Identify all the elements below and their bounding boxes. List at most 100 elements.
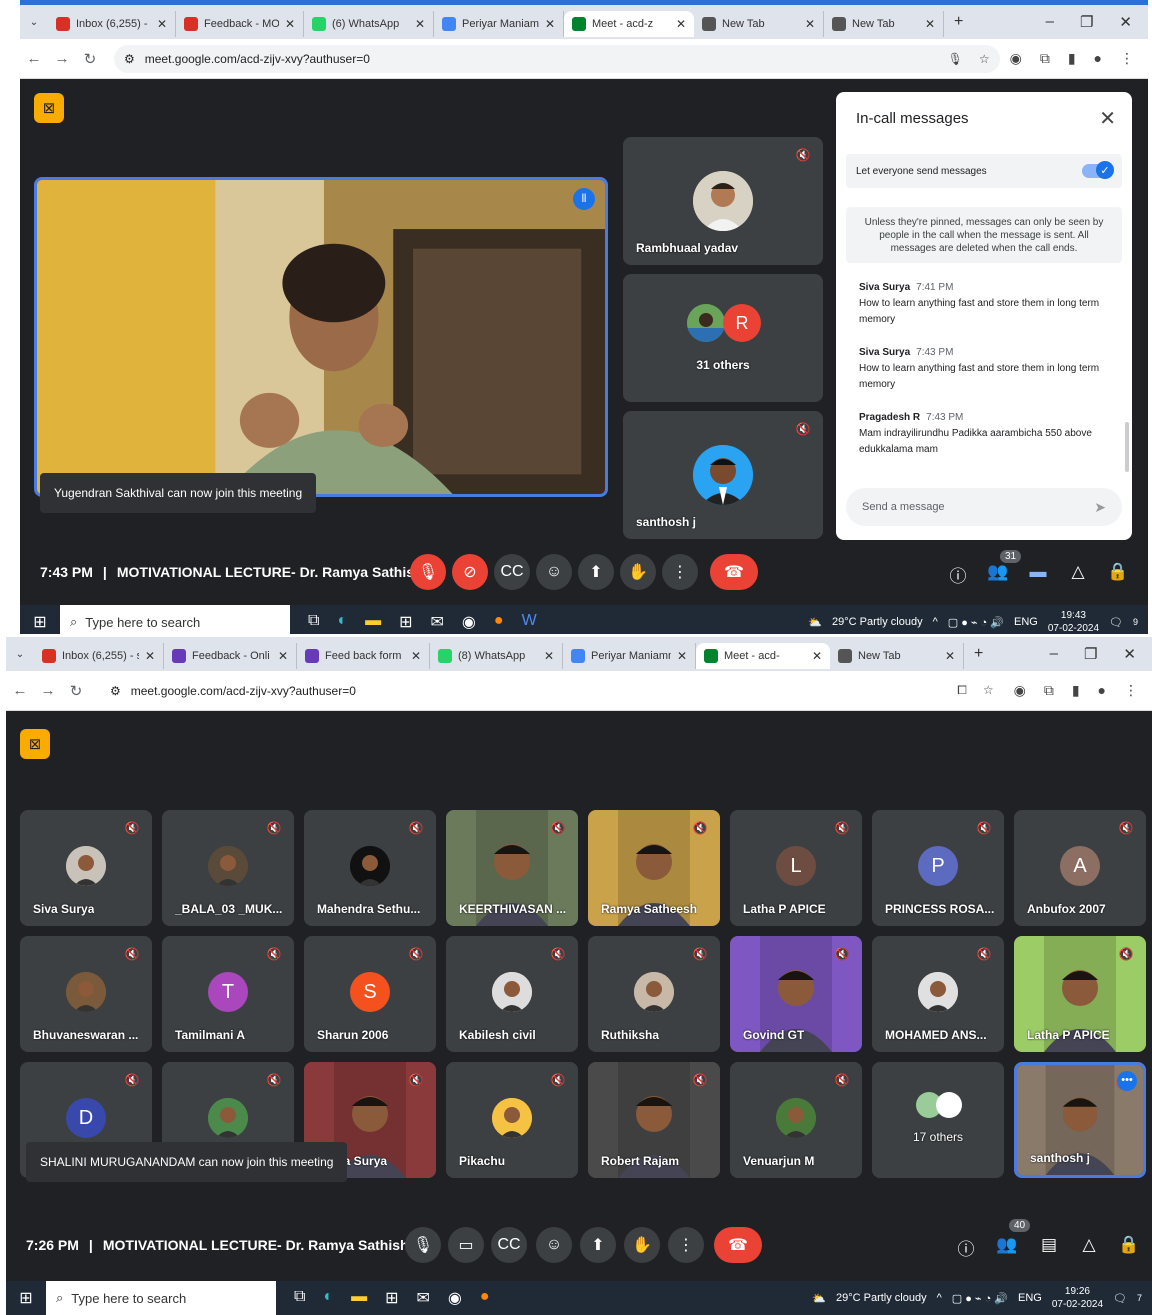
tab-close-icon[interactable]: ✕ [677, 649, 687, 663]
windows-start-icon[interactable]: ⊞ [20, 612, 60, 632]
store-icon[interactable]: ⊞ [399, 612, 412, 632]
meeting-info-icon[interactable]: ⓘ [945, 562, 971, 587]
camera-off-button[interactable]: ⊘ [452, 554, 488, 590]
send-message-input[interactable]: Send a message ➤ [846, 488, 1122, 526]
tab-4[interactable]: (8) WhatsApp ✕ [430, 643, 563, 669]
tab-1[interactable]: Inbox (6,255) - s ✕ [34, 643, 164, 669]
menu-kebab-icon[interactable]: ⋮ [1120, 50, 1134, 67]
maximize-icon[interactable]: ❐ [1084, 645, 1097, 663]
raise-hand-button[interactable]: ✋ [624, 1227, 660, 1263]
tab-close-icon[interactable]: ✕ [925, 17, 935, 31]
more-options-button[interactable]: ⋮ [662, 554, 698, 590]
participant-tile[interactable]: 🔇 Latha P APICE [1014, 936, 1146, 1052]
new-tab-button[interactable]: + [944, 13, 973, 31]
tab-7[interactable]: New Tab ✕ [830, 643, 964, 669]
taskbar-search-input[interactable]: ⌕ Type here to search [60, 605, 290, 634]
back-icon[interactable]: ← [6, 682, 34, 699]
chat-icon[interactable]: ▬ [1025, 562, 1051, 582]
participant-tile[interactable]: 🔇 Mahendra Sethu... [304, 810, 436, 926]
tab-4[interactable]: Periyar Maniamm ✕ [434, 11, 564, 37]
extension-icon[interactable]: ◉ [1014, 682, 1026, 699]
participant-tile[interactable]: 🔇 Robert Rajam [588, 1062, 720, 1178]
tab-6[interactable]: Meet - acd- ✕ [696, 643, 830, 669]
tile-more-options-icon[interactable]: ••• [1117, 1071, 1137, 1091]
tab-close-icon[interactable]: ✕ [544, 649, 554, 663]
back-icon[interactable]: ← [20, 50, 48, 67]
tab-7[interactable]: New Tab ✕ [824, 11, 944, 37]
participant-tile[interactable]: 🔇 Rambhuaal yadav [623, 137, 823, 265]
edge-icon[interactable]: ◐ [337, 612, 347, 632]
site-info-icon[interactable]: ⚙ [110, 684, 121, 698]
emoji-button[interactable]: ☺ [536, 554, 572, 590]
reload-icon[interactable]: ↻ [62, 682, 90, 700]
minimize-icon[interactable]: – [1050, 645, 1058, 663]
tray-icons[interactable]: ▢ ● ⌁ ◔ 🔊 [948, 616, 1004, 629]
captions-button[interactable]: CC [491, 1227, 527, 1263]
system-clock[interactable]: 19:43 07-02-2024 [1048, 609, 1099, 634]
meeting-info-icon[interactable]: ⓘ [953, 1235, 979, 1260]
language-indicator[interactable]: ENG [1014, 616, 1038, 628]
tray-chevron-icon[interactable]: ^ [933, 616, 938, 628]
activities-icon[interactable]: △ [1076, 1235, 1102, 1255]
minimize-icon[interactable]: – [1046, 13, 1054, 31]
tab-search-chevron-icon[interactable]: ⌄ [20, 17, 48, 28]
firefox-icon[interactable]: ● [494, 612, 504, 632]
tab-1[interactable]: Inbox (6,255) - s ✕ [48, 11, 176, 37]
windows-start-icon[interactable]: ⊞ [6, 1288, 46, 1308]
participant-tile[interactable]: 🔇 Pikachu [446, 1062, 578, 1178]
people-icon[interactable]: 👥 [994, 1235, 1020, 1255]
new-tab-button[interactable]: + [964, 645, 993, 663]
no-recording-icon[interactable]: ⊠ [34, 93, 64, 123]
let-everyone-send-toggle[interactable] [1082, 161, 1114, 179]
maximize-icon[interactable]: ❐ [1080, 13, 1093, 31]
participant-tile[interactable]: 🔇 Ruthiksha [588, 936, 720, 1052]
participant-tile[interactable]: 🔇 santhosh j [623, 411, 823, 539]
participant-tile[interactable]: 🔇 Govind GT [730, 936, 862, 1052]
participant-tile[interactable]: 17 others [872, 1062, 1004, 1178]
tab-close-icon[interactable]: ✕ [805, 17, 815, 31]
captions-button[interactable]: CC [494, 554, 530, 590]
edge-icon[interactable]: ◐ [323, 1288, 333, 1308]
profile-avatar[interactable]: ● [1098, 682, 1106, 699]
menu-kebab-icon[interactable]: ⋮ [1124, 682, 1138, 699]
url-input[interactable]: ⚙ meet.google.com/acd-zijv-xvy?authuser=… [100, 676, 1004, 705]
more-options-button[interactable]: ⋮ [668, 1227, 704, 1263]
chrome-taskbar-icon[interactable]: ◉ [462, 612, 476, 632]
chat-icon[interactable]: ▤ [1036, 1235, 1062, 1255]
forward-icon[interactable]: → [34, 682, 62, 699]
task-view-icon[interactable]: ⧉ [294, 1288, 305, 1308]
present-button[interactable]: ⬆ [580, 1227, 616, 1263]
tab-search-chevron-icon[interactable]: ⌄ [6, 649, 34, 660]
mail-icon[interactable]: ✉ [431, 612, 444, 632]
participant-tile[interactable]: 🔇 MOHAMED ANS... [872, 936, 1004, 1052]
emoji-button[interactable]: ☺ [536, 1227, 572, 1263]
participant-tile[interactable]: A 🔇 Anbufox 2007 [1014, 810, 1146, 926]
sidepanel-icon[interactable]: ▮ [1072, 682, 1080, 699]
tab-close-icon[interactable]: ✕ [812, 649, 822, 663]
mic-button[interactable]: 🎙 [405, 1227, 441, 1263]
tab-6[interactable]: New Tab ✕ [694, 11, 824, 37]
install-app-icon[interactable]: ⧠ [957, 683, 967, 698]
tab-close-icon[interactable]: ✕ [285, 17, 295, 31]
participant-tile[interactable]: 🔇 _BALA_03 _MUK... [162, 810, 294, 926]
participant-tile[interactable]: S 🔇 Sharun 2006 [304, 936, 436, 1052]
tab-3[interactable]: Feed back form ✕ [297, 643, 430, 669]
bookmark-star-icon[interactable]: ☆ [979, 52, 990, 66]
puzzle-icon[interactable]: ⧉ [1040, 50, 1050, 67]
others-tile[interactable]: R 31 others [623, 274, 823, 402]
forward-icon[interactable]: → [48, 50, 76, 67]
tab-close-icon[interactable]: ✕ [545, 17, 555, 31]
no-recording-icon[interactable]: ⊠ [20, 729, 50, 759]
leave-call-button[interactable]: ☎ [710, 554, 758, 590]
activities-icon[interactable]: △ [1065, 562, 1091, 582]
tab-3[interactable]: (6) WhatsApp ✕ [304, 11, 434, 37]
profile-avatar[interactable]: ● [1094, 50, 1102, 67]
mic-icon[interactable]: 🎙 [948, 52, 963, 66]
camera-button[interactable]: ▭ [448, 1227, 484, 1263]
task-view-icon[interactable]: ⧉ [308, 612, 319, 632]
store-icon[interactable]: ⊞ [385, 1288, 398, 1308]
participant-tile[interactable]: 🔇 Siva Surya [20, 810, 152, 926]
send-icon[interactable]: ➤ [1094, 499, 1106, 516]
tab-close-icon[interactable]: ✕ [411, 649, 421, 663]
participant-tile[interactable]: 🔇 Kabilesh civil [446, 936, 578, 1052]
